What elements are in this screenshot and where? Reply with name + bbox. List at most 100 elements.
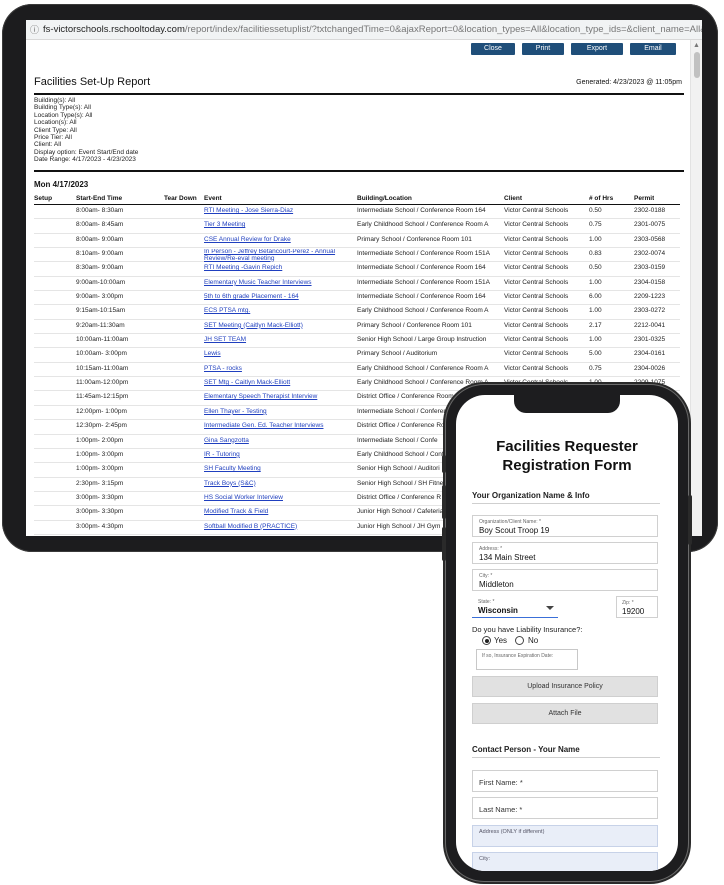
cell-event-link[interactable]: In Person - Jeffrey Betancourt-Perez - A… bbox=[204, 249, 349, 262]
cell-event-link[interactable]: 5th to 6th grade Placement - 164 bbox=[204, 293, 352, 300]
generated-timestamp: Generated: 4/23/2023 @ 11:05pm bbox=[576, 79, 682, 86]
cell-time: 9:15am-10:15am bbox=[76, 307, 126, 315]
zip-field[interactable]: Zip: * 19200 bbox=[616, 596, 658, 618]
col-teardown: Tear Down bbox=[164, 195, 197, 202]
attach-file-button[interactable]: Attach File bbox=[472, 703, 658, 724]
browser-address-bar[interactable]: ⓘ fs-victorschools.rschooltoday.com /rep… bbox=[26, 20, 702, 40]
last-name-field[interactable]: Last Name: * bbox=[472, 797, 658, 819]
form-title-line1: Facilities Requester bbox=[496, 438, 638, 455]
col-time: Start-End Time bbox=[76, 195, 123, 202]
cell-hours: 0.50 bbox=[589, 207, 602, 214]
city-field[interactable]: City: * Middleton bbox=[472, 569, 658, 591]
cell-event-link[interactable]: CSE Annual Review for Drake bbox=[204, 236, 352, 243]
site-info-icon[interactable]: ⓘ bbox=[30, 25, 39, 35]
filter-line: Location Type(s): All bbox=[34, 111, 93, 119]
cell-event-link[interactable]: IR - Tutoring bbox=[204, 451, 352, 458]
phone-volume-up bbox=[442, 485, 446, 519]
address-field[interactable]: Address: * 134 Main Street bbox=[472, 542, 658, 564]
table-row: 8:30am- 9:00am RTI Meeting -Gavin Repich I… bbox=[34, 262, 680, 277]
form-title-line2: Registration Form bbox=[502, 457, 632, 474]
scrollbar-thumb[interactable] bbox=[694, 52, 700, 78]
cell-building: Intermediate School / Conference Room 15… bbox=[357, 250, 490, 258]
col-building: Building/Location bbox=[357, 195, 412, 202]
field-label: State: * bbox=[478, 599, 495, 605]
title-divider bbox=[34, 93, 684, 95]
cell-event-link[interactable]: Intermediate Gen. Ed. Teacher Interviews bbox=[204, 422, 352, 429]
field-label: Zip: * bbox=[622, 600, 634, 606]
scroll-up-icon[interactable]: ▲ bbox=[693, 42, 700, 49]
phone-power-button bbox=[688, 495, 692, 545]
url-path: /report/index/facilitiessetuplist/?txtch… bbox=[184, 24, 702, 35]
cell-hours: 1.00 bbox=[589, 336, 602, 344]
filter-line: Display option: Event Start/End date bbox=[34, 148, 139, 156]
email-this-button[interactable]: Email This bbox=[630, 43, 676, 64]
cell-event-link[interactable]: Lewis bbox=[204, 350, 352, 357]
cell-event-link[interactable]: JH SET TEAM bbox=[204, 336, 352, 343]
section-contact-heading: Contact Person - Your Name bbox=[472, 745, 580, 754]
contact-address-field[interactable]: Address (ONLY if different) bbox=[472, 825, 658, 847]
cell-event-link[interactable]: Track Boys (S&C) bbox=[204, 480, 352, 487]
phone-notch bbox=[514, 395, 620, 413]
cell-event-link[interactable]: PTSA - rocks bbox=[204, 365, 352, 372]
section-divider bbox=[472, 503, 660, 504]
insurance-expiration-field[interactable]: If so, Insurance Expiration Date: bbox=[476, 649, 578, 670]
field-value: 134 Main Street bbox=[479, 553, 536, 562]
cell-building: Primary School / Conference Room 101 bbox=[357, 321, 472, 329]
report-title: Facilities Set-Up Report bbox=[34, 76, 151, 88]
cell-event-link[interactable]: Modified Track & Field bbox=[204, 508, 352, 515]
filter-summary: Building(s): All Building Type(s): All L… bbox=[34, 97, 138, 164]
cell-client: Victor Central Schools bbox=[504, 307, 569, 315]
field-placeholder: Last Name: * bbox=[479, 805, 523, 814]
cell-event-link[interactable]: Gina Sangzotta bbox=[204, 437, 352, 444]
cell-building: Intermediate School / Conference Room 16… bbox=[357, 293, 486, 301]
cell-event-link[interactable]: SET Meeting (Caitlyn Mack-Elliott) bbox=[204, 322, 352, 329]
upload-insurance-button[interactable]: Upload Insurance Policy bbox=[472, 676, 658, 697]
cell-permit: 2302-0074 bbox=[634, 250, 666, 258]
table-row: 8:10am- 9:00am In Person - Jeffrey Betanc… bbox=[34, 248, 680, 263]
cell-event-link[interactable]: Elementary Music Teacher Interviews bbox=[204, 279, 352, 286]
cell-event-link[interactable]: RTI Meeting -Gavin Repich bbox=[204, 264, 352, 271]
table-row: 9:00am- 3:00pm 5th to 6th grade Placement… bbox=[34, 291, 680, 306]
report-toolbar: Close Print Export Data Email This bbox=[471, 43, 676, 64]
cell-permit: 2303-0159 bbox=[634, 264, 666, 272]
cell-time: 3:00pm- 3:30pm bbox=[76, 493, 124, 501]
cell-time: 8:00am- 8:45am bbox=[76, 221, 124, 229]
col-setup: Setup bbox=[34, 195, 53, 202]
cell-event-link[interactable]: Elementary Speech Therapist Interview bbox=[204, 393, 352, 400]
cell-event-link[interactable]: SET Mtg - Caitlyn Mack-Elliott bbox=[204, 379, 352, 386]
cell-building: Intermediate School / Conference Room 15… bbox=[357, 278, 490, 286]
cell-building: Primary School / Conference Room 101 bbox=[357, 235, 472, 243]
cell-building: Early Childhood School / Conference Room… bbox=[357, 364, 489, 372]
insurance-no-radio[interactable] bbox=[515, 636, 524, 645]
cell-event-link[interactable]: Softball Modified B (PRACTICE) bbox=[204, 523, 352, 530]
cell-permit: 2209-1223 bbox=[634, 293, 666, 301]
phone-volume-down bbox=[442, 527, 446, 561]
cell-time: 2:30pm- 3:15pm bbox=[76, 479, 124, 487]
cell-event-link[interactable]: ECS PTSA mtg. bbox=[204, 307, 352, 314]
cell-event-link[interactable]: Ellen Thayer - Testing bbox=[204, 408, 352, 415]
first-name-field[interactable]: First Name: * bbox=[472, 770, 658, 792]
cell-event-link[interactable]: HS Social Worker Interview bbox=[204, 494, 352, 501]
insurance-yes-radio[interactable] bbox=[482, 636, 491, 645]
table-row: 8:00am- 8:30am RTI Meeting - Jose Sierra-… bbox=[34, 205, 680, 220]
chevron-down-icon bbox=[546, 606, 554, 610]
cell-time: 3:00pm- 3:30pm bbox=[76, 508, 124, 516]
cell-event-link[interactable]: SH Faculty Meeting bbox=[204, 465, 352, 472]
cell-time: 10:15am-11:00am bbox=[76, 364, 129, 372]
cell-time: 1:00pm- 3:00pm bbox=[76, 465, 124, 473]
close-button[interactable]: Close bbox=[471, 43, 515, 55]
cell-hours: 1.00 bbox=[589, 307, 602, 315]
state-select[interactable]: State: * Wisconsin bbox=[472, 596, 558, 618]
organization-name-field[interactable]: Organization/Client Name: * Boy Scout Tr… bbox=[472, 515, 658, 537]
cell-time: 9:20am-11:30am bbox=[76, 321, 125, 329]
filter-line: Building Type(s): All bbox=[34, 104, 91, 112]
print-button[interactable]: Print bbox=[522, 43, 564, 55]
contact-city-field[interactable]: City: bbox=[472, 852, 658, 871]
cell-time: 8:00am- 8:30am bbox=[76, 207, 124, 214]
col-permit: Permit bbox=[634, 195, 655, 202]
field-label: Address: * bbox=[479, 546, 503, 552]
vertical-scrollbar[interactable]: ▲ bbox=[690, 40, 702, 536]
cell-event-link[interactable]: RTI Meeting - Jose Sierra-Diaz bbox=[204, 207, 352, 214]
cell-event-link[interactable]: Tier 3 Meeting bbox=[204, 221, 352, 228]
export-data-button[interactable]: Export Data bbox=[571, 43, 623, 64]
